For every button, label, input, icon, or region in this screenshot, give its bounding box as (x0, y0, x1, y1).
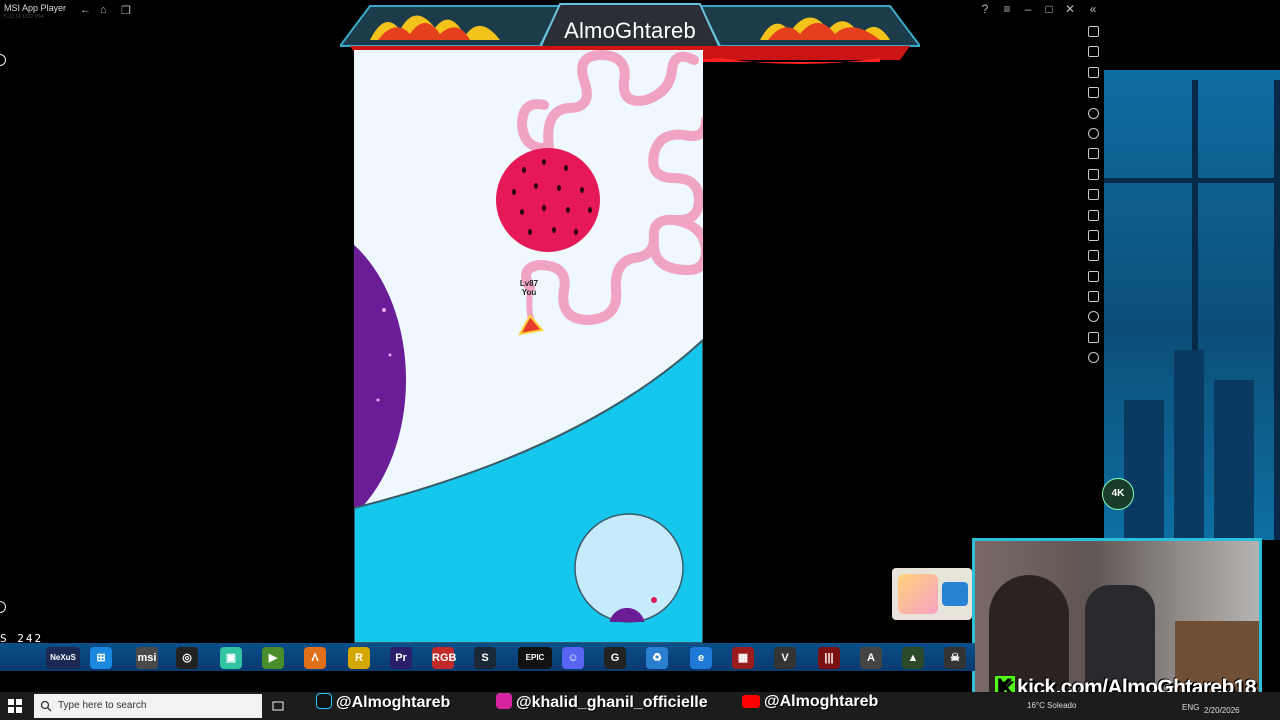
game-viewport[interactable]: Lv87 You (354, 50, 703, 643)
gamepad-icon[interactable] (1087, 148, 1099, 160)
taskbar-date[interactable]: 2/20/2026 (1204, 706, 1240, 715)
window-frame (1274, 80, 1280, 540)
status-ring-icon (0, 601, 6, 613)
multi-window-icon[interactable]: ❐ (121, 4, 131, 17)
collapse-sidebar-icon[interactable]: « (1084, 2, 1102, 16)
back-icon[interactable]: ← (80, 4, 91, 16)
instagram-handle: @khalid_ghanil_officielle (516, 694, 708, 711)
ark-icon[interactable]: ▲ (902, 647, 924, 669)
language-indicator[interactable]: ENG (1182, 703, 1199, 712)
keymap-icon[interactable] (1087, 66, 1099, 78)
app-version: 5.22.14.1022 P64 (4, 14, 44, 20)
screenshot-icon[interactable] (1087, 189, 1099, 201)
skull-icon[interactable]: ☠ (944, 647, 966, 669)
instagram-icon (496, 693, 512, 709)
social-tiktok: @Almoghtareb (316, 693, 450, 712)
social-youtube: @Almoghtareb (742, 693, 878, 711)
maximize-button[interactable]: □ (1040, 2, 1058, 16)
steam-icon[interactable]: S (474, 647, 496, 669)
game-card[interactable] (892, 568, 972, 620)
layers-icon[interactable] (1087, 331, 1099, 343)
minimize-button[interactable]: – (1019, 2, 1037, 16)
tiktok-handle: @Almoghtareb (336, 694, 451, 711)
folder-icon[interactable] (1087, 229, 1099, 241)
social-instagram: @khalid_ghanil_officielle (496, 693, 708, 712)
macro-icon[interactable] (1087, 291, 1099, 303)
epic-games-icon[interactable]: EPIC (518, 647, 552, 669)
rockstar-icon[interactable]: R (348, 647, 370, 669)
autodesk-icon[interactable]: Λ (304, 647, 326, 669)
building (1124, 400, 1164, 540)
game-card-button[interactable] (942, 582, 968, 606)
sync-icon[interactable] (1087, 127, 1099, 139)
windows-icon[interactable]: ⊞ (90, 647, 112, 669)
eco-mode-icon[interactable] (1087, 311, 1099, 323)
youtube-icon (742, 695, 760, 708)
emulator-sidebar (1083, 26, 1103, 364)
windows-start-icon[interactable] (8, 699, 22, 713)
settings-icon[interactable] (1087, 352, 1099, 364)
shake-icon[interactable] (1087, 270, 1099, 282)
apk-icon[interactable] (1087, 168, 1099, 180)
search-icon (40, 700, 52, 712)
status-ring-icon (0, 54, 6, 66)
obs-icon[interactable]: ◎ (176, 647, 198, 669)
menu-icon[interactable]: ≡ (998, 2, 1016, 16)
weather-text: 16°C Soleado (1027, 701, 1077, 710)
player-label: Lv87 You (509, 279, 549, 297)
game-icon[interactable]: ▦ (732, 647, 754, 669)
task-view-icon[interactable] (272, 700, 284, 712)
location-icon[interactable] (1087, 250, 1099, 262)
game-scene (354, 50, 703, 643)
streamlabs-icon[interactable]: ▣ (220, 647, 242, 669)
logitech-icon[interactable]: G (604, 647, 626, 669)
taskbar-search[interactable]: Type here to search (34, 694, 262, 718)
gta-icon[interactable]: V (774, 647, 796, 669)
search-placeholder: Type here to search (58, 700, 147, 711)
fullscreen-icon[interactable] (1087, 26, 1099, 37)
close-button[interactable]: ✕ (1061, 2, 1079, 16)
youtube-handle: @Almoghtareb (764, 693, 879, 710)
tiktok-icon (316, 693, 332, 709)
rgb-icon[interactable]: RGB (432, 647, 456, 669)
volume-icon[interactable] (1087, 46, 1099, 58)
discord-icon[interactable]: ☺ (562, 647, 584, 669)
help-icon[interactable]: ? (976, 2, 994, 16)
player-level: Lv87 (519, 279, 539, 288)
msi-center-icon[interactable]: msi (136, 647, 158, 669)
desktop-app-strip: NeXuS ⊞ msi ◎ ▣ ▶ Λ R Pr RGB S EPIC ☺ G ♻ e ▦ V ||| A ▲ ☠ (0, 643, 975, 671)
minimap-bubble (574, 513, 684, 623)
nexus-icon[interactable]: NeXuS (46, 647, 80, 669)
premiere-icon[interactable]: Pr (390, 647, 412, 669)
window-frame (1104, 178, 1280, 183)
recycle-bin-icon[interactable]: ♻ (646, 647, 668, 669)
screen: MSI App Player 5.22.14.1022 P64 ← ⌂ ❐ ? … (0, 0, 1280, 720)
edge-icon[interactable]: e (690, 647, 712, 669)
building (1214, 380, 1254, 540)
assassins-icon[interactable]: A (860, 647, 882, 669)
building (1174, 350, 1204, 540)
home-icon[interactable]: ⌂ (100, 4, 107, 16)
rotate-icon[interactable] (1087, 107, 1099, 119)
dragonfruit-food (496, 148, 600, 252)
diablo-icon[interactable]: ||| (818, 647, 840, 669)
play-icon[interactable]: ▶ (262, 647, 284, 669)
channel-name: AlmoGhtareb (564, 18, 696, 43)
app-title: MSI App Player (4, 3, 67, 13)
keyboard-icon[interactable] (1087, 87, 1099, 99)
player-name: You (521, 288, 537, 297)
city-background (1104, 70, 1280, 540)
record-icon[interactable] (1087, 209, 1099, 221)
game-thumbnail (898, 574, 938, 614)
4k-badge: 4K (1102, 478, 1134, 510)
